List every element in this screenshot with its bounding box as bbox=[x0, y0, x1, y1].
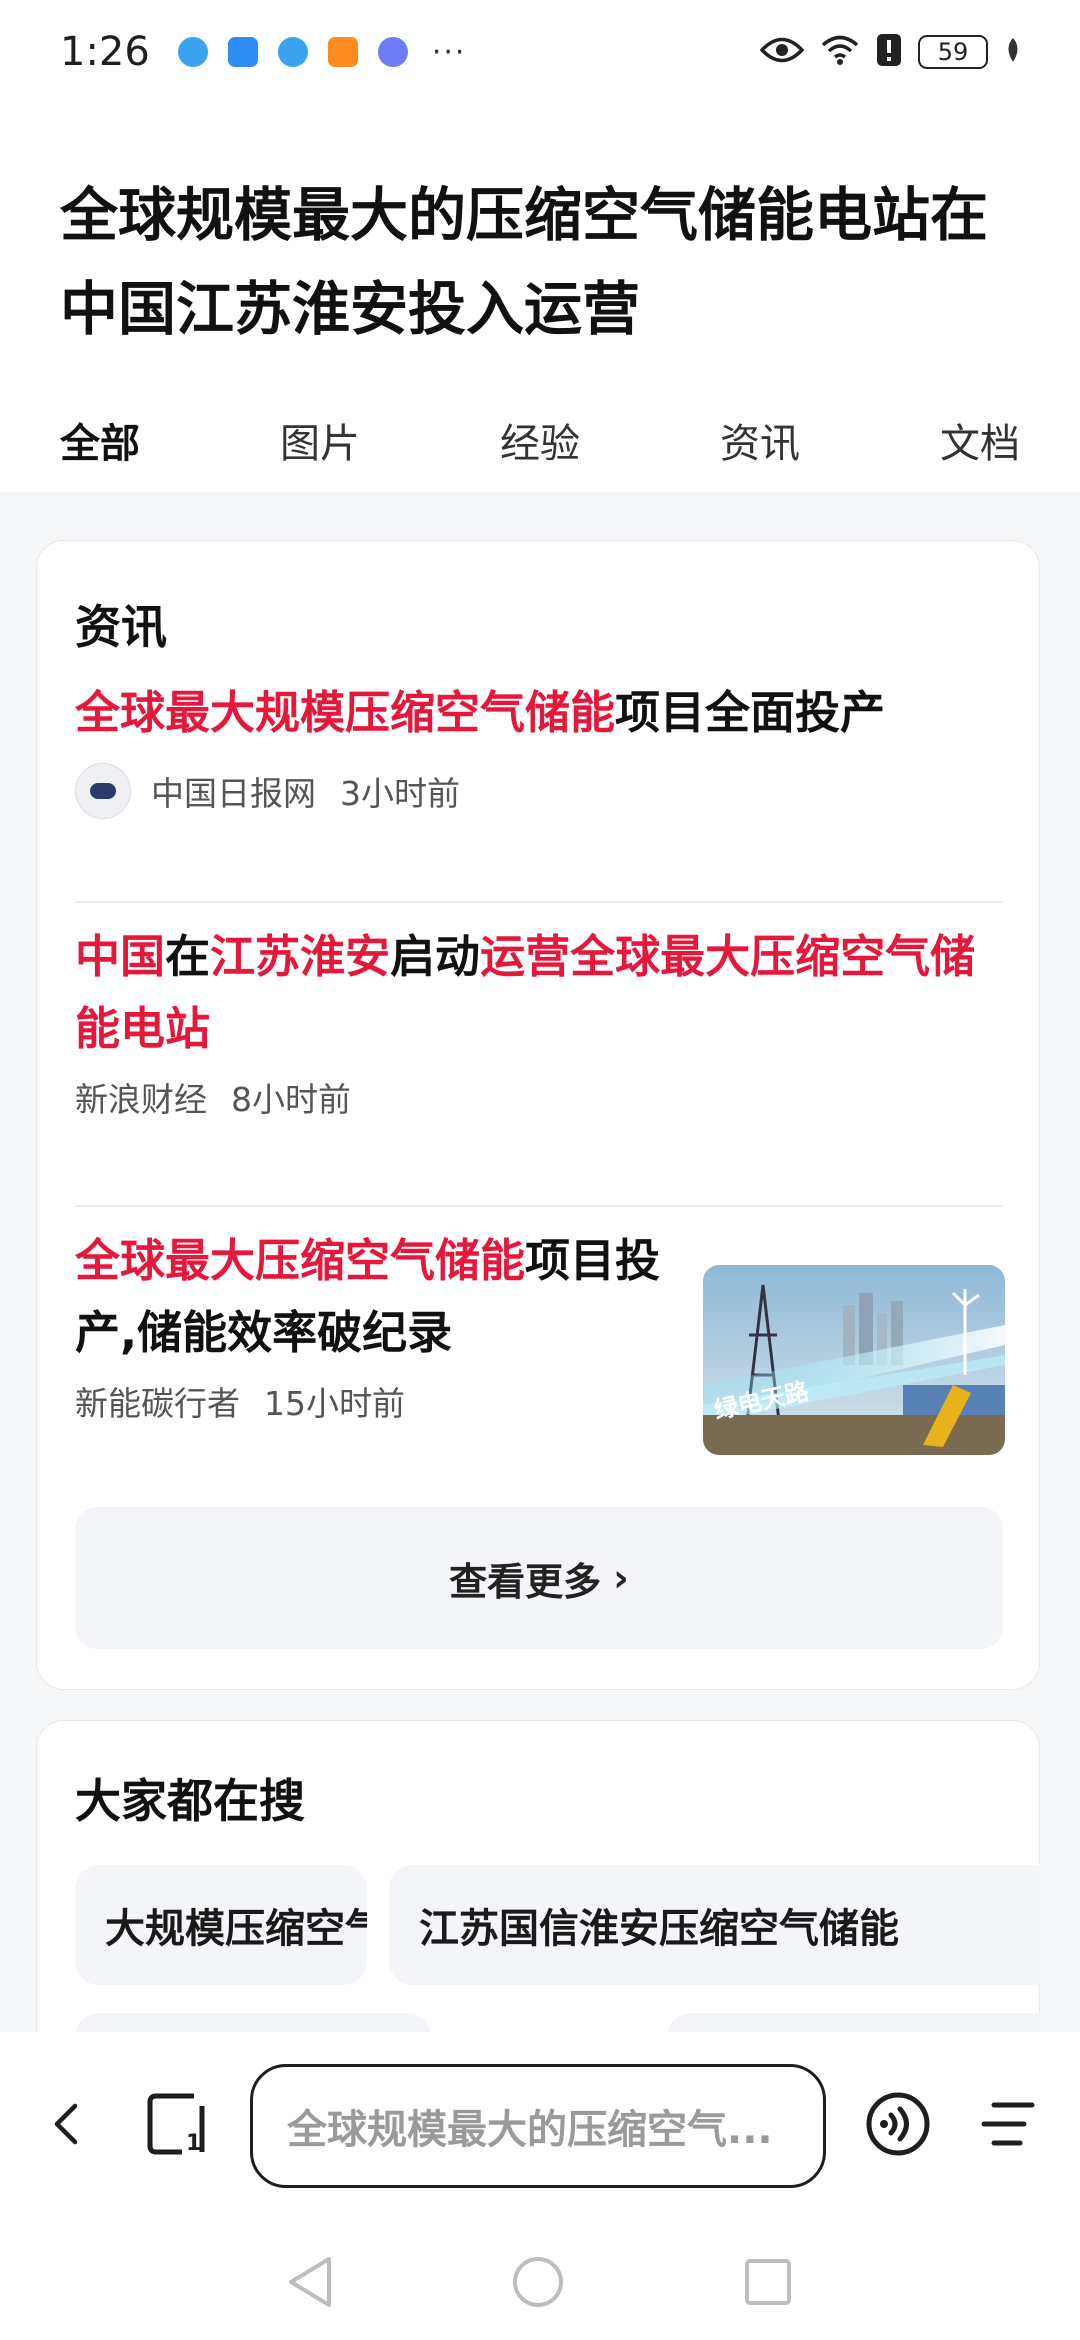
news-source: 新能碳行者 bbox=[75, 1384, 240, 1423]
svg-text:1: 1 bbox=[186, 2131, 201, 2156]
title-text: 启动 bbox=[390, 930, 481, 983]
music-icon bbox=[377, 37, 408, 67]
trending-search-heading: 大家都在搜 bbox=[75, 1774, 305, 1828]
search-chip[interactable]: 江苏国信淮安压缩空气储能 bbox=[389, 1865, 1041, 1985]
chip-label: 江苏国信淮安压缩空气储能 bbox=[419, 1906, 899, 1952]
divider bbox=[75, 1205, 1003, 1207]
title-text: 项目全面投产 bbox=[615, 686, 886, 739]
nav-home-icon[interactable] bbox=[508, 2252, 568, 2312]
view-more-label: 查看更多 bbox=[449, 1559, 602, 1604]
tabs-icon[interactable]: 1 bbox=[138, 2084, 218, 2164]
news-item-title[interactable]: 全球最大规模压缩空气储能项目全面投产 bbox=[75, 677, 1003, 749]
view-more-button[interactable]: 查看更多 › bbox=[75, 1507, 1003, 1649]
news-thumbnail[interactable]: 绿电天路 bbox=[703, 1265, 1005, 1455]
tab-label: 图片 bbox=[280, 421, 360, 467]
news-item-meta: 新能碳行者 15小时前 bbox=[75, 1377, 405, 1425]
title-highlight: 中国 bbox=[75, 930, 166, 983]
notification-icons: ··· bbox=[177, 34, 467, 70]
back-icon[interactable] bbox=[26, 2084, 106, 2164]
tab-news[interactable]: 资讯 bbox=[720, 411, 800, 469]
chip-label: 大规模压缩空气储能 bbox=[105, 1906, 367, 1952]
news-card-heading: 资讯 bbox=[75, 600, 167, 654]
tab-label: 文档 bbox=[940, 421, 1020, 467]
tab-label: 全部 bbox=[60, 421, 140, 467]
battery-icon: 59 bbox=[918, 35, 988, 69]
video-icon bbox=[327, 37, 358, 67]
search-chip[interactable]: 大规模压缩空气储能 bbox=[75, 1865, 367, 1985]
news-source: 中国日报网 bbox=[151, 774, 316, 813]
tab-images[interactable]: 图片 bbox=[280, 411, 360, 469]
news-time: 3小时前 bbox=[340, 774, 460, 813]
browser-icon bbox=[177, 37, 208, 67]
nav-recents-icon[interactable] bbox=[738, 2252, 798, 2312]
status-time: 1:26 bbox=[60, 29, 150, 75]
bottom-toolbar: 1 全球规模最大的压缩空气... bbox=[0, 2032, 1080, 2216]
weather-icon bbox=[227, 37, 258, 67]
news-item-title[interactable]: 中国在江苏淮安启动运营全球最大压缩空气储能电站 bbox=[75, 921, 1003, 1065]
tab-label: 经验 bbox=[500, 421, 580, 467]
wifi-icon bbox=[820, 34, 860, 70]
divider bbox=[75, 901, 1003, 903]
page-title: 全球规模最大的压缩空气储能电站在中国江苏淮安投入运营 bbox=[60, 181, 989, 343]
news-card: 资讯 全球最大规模压缩空气储能项目全面投产 中国日报网 3小时前 中国在江苏淮安… bbox=[36, 540, 1040, 1690]
title-highlight: 江苏淮安 bbox=[210, 930, 391, 983]
news-item-meta: 新浪财经 8小时前 bbox=[75, 1073, 351, 1121]
news-time: 8小时前 bbox=[231, 1080, 351, 1119]
tab-documents[interactable]: 文档 bbox=[940, 411, 1020, 469]
nav-back-icon[interactable] bbox=[280, 2252, 340, 2312]
leaf-icon bbox=[1004, 36, 1022, 68]
voice-assistant-icon[interactable] bbox=[858, 2084, 938, 2164]
menu-icon[interactable] bbox=[968, 2084, 1048, 2164]
title-text: 在 bbox=[165, 930, 211, 983]
news-time: 15小时前 bbox=[264, 1384, 405, 1423]
title-highlight: 全球最大压缩空气储能 bbox=[75, 1234, 526, 1287]
news-source: 新浪财经 bbox=[75, 1080, 207, 1119]
alert-icon bbox=[876, 33, 902, 71]
status-bar: 1:26 ··· 59 bbox=[0, 0, 1080, 104]
browser-icon bbox=[277, 37, 308, 67]
system-navigation-bar bbox=[0, 2216, 1080, 2340]
tab-label: 资讯 bbox=[720, 421, 800, 467]
search-input[interactable]: 全球规模最大的压缩空气... bbox=[250, 2064, 826, 2188]
tab-experience[interactable]: 经验 bbox=[500, 411, 580, 469]
more-notifications-icon: ··· bbox=[431, 34, 467, 70]
tab-all[interactable]: 全部 bbox=[60, 411, 140, 503]
chevron-right-icon: › bbox=[613, 1556, 629, 1600]
source-logo-icon bbox=[75, 763, 131, 819]
eye-icon bbox=[759, 35, 805, 69]
tab-bar: 全部 图片 经验 资讯 文档 bbox=[0, 390, 1080, 503]
news-item-title[interactable]: 全球最大压缩空气储能项目投产,储能效率破纪录 bbox=[75, 1225, 665, 1369]
title-highlight: 全球最大规模压缩空气储能 bbox=[75, 686, 616, 739]
news-item-meta: 中国日报网 3小时前 bbox=[75, 763, 460, 819]
